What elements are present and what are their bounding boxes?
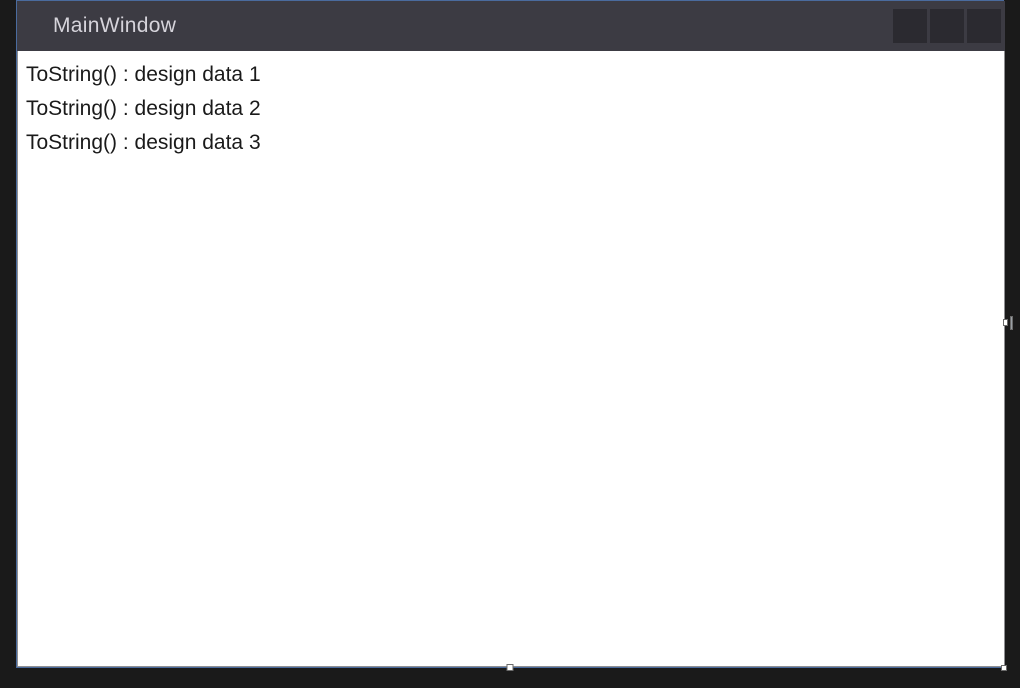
resize-handle-right[interactable]: [1003, 319, 1008, 326]
resize-handle-corner[interactable]: [1001, 665, 1007, 671]
titlebar[interactable]: MainWindow: [17, 1, 1005, 51]
list-item[interactable]: ToString() : design data 2: [26, 93, 996, 127]
resize-bar-right[interactable]: [1010, 316, 1013, 330]
window-controls: [893, 1, 1001, 51]
minimize-button[interactable]: [893, 9, 927, 43]
main-window: MainWindow ToString() : design data 1 To…: [17, 1, 1005, 667]
maximize-button[interactable]: [930, 9, 964, 43]
window-title: MainWindow: [53, 14, 176, 38]
client-area: ToString() : design data 1 ToString() : …: [17, 51, 1005, 667]
designer-canvas[interactable]: MainWindow ToString() : design data 1 To…: [16, 0, 1004, 668]
list-item[interactable]: ToString() : design data 1: [26, 59, 996, 93]
items-list[interactable]: ToString() : design data 1 ToString() : …: [26, 59, 996, 161]
resize-handle-bottom[interactable]: [507, 664, 514, 671]
close-button[interactable]: [967, 9, 1001, 43]
list-item[interactable]: ToString() : design data 3: [26, 127, 996, 161]
